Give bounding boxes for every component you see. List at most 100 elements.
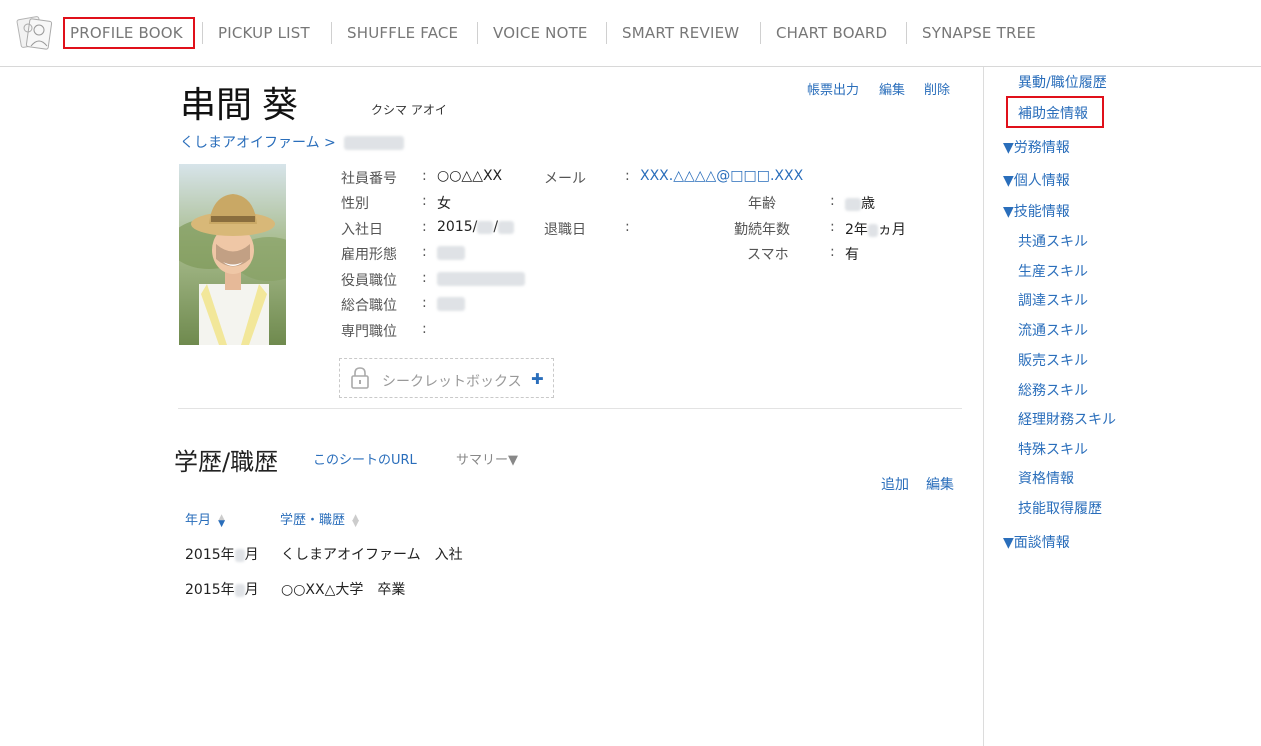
join-date-value: 2015// xyxy=(437,219,515,235)
age-blurred xyxy=(845,197,861,211)
history-section-title: 学歴/職歴 xyxy=(174,448,279,476)
employee-photo xyxy=(179,164,286,345)
history-date: 2015年月 xyxy=(185,579,259,599)
sidebar-item-labor[interactable]: ▼労務情報 xyxy=(1003,137,1070,157)
colon: : xyxy=(422,193,427,209)
colon: : xyxy=(422,219,427,235)
nav-smart-review[interactable]: SMART REVIEW xyxy=(622,24,739,42)
history-year: 2015年 xyxy=(185,547,235,563)
sidebar-item-personal[interactable]: ▼個人情報 xyxy=(1003,170,1070,190)
sort-icon: ▲ ▼ xyxy=(352,512,360,529)
join-date-label: 入社日 xyxy=(341,222,383,238)
edit-link[interactable]: 編集 xyxy=(879,79,905,98)
history-description: ○○XX△大学 卒業 xyxy=(281,582,406,598)
history-month-suffix: 月 xyxy=(244,547,259,563)
add-history-link[interactable]: 追加 xyxy=(881,474,909,494)
tenure-years: 2年 xyxy=(845,222,868,238)
sidebar-item-common-skill[interactable]: 共通スキル xyxy=(1018,231,1088,251)
nav-divider xyxy=(606,22,607,44)
colon: : xyxy=(422,168,427,184)
column-header-history[interactable]: 学歴・職歴 ▲ ▼ xyxy=(280,509,359,528)
sidebar-item-distribution-skill[interactable]: 流通スキル xyxy=(1018,320,1088,340)
mail-link[interactable]: XXX.△△△△@□□□.XXX xyxy=(640,168,803,184)
employee-name-kana: クシマ アオイ xyxy=(371,103,447,117)
sidebar-item-interview[interactable]: ▼面談情報 xyxy=(1003,532,1070,552)
age-value: 歳 xyxy=(845,193,875,213)
nav-voice-note[interactable]: VOICE NOTE xyxy=(493,24,588,42)
history-month-blurred xyxy=(234,548,245,562)
tenure-value: 2年 ヵ月 xyxy=(845,219,906,239)
colon: : xyxy=(625,219,630,235)
specialist-position-label: 専門職位 xyxy=(341,324,397,340)
tenure-months-blurred xyxy=(867,223,878,237)
employment-type-blurred xyxy=(437,246,465,260)
nav-pickup-list[interactable]: PICKUP LIST xyxy=(218,24,310,42)
breadcrumb-blurred-department[interactable] xyxy=(344,136,405,150)
sheet-url-link[interactable]: このシートのURL xyxy=(313,449,417,468)
sidebar-item-qualifications[interactable]: 資格情報 xyxy=(1018,468,1074,488)
colon: : xyxy=(830,193,835,209)
join-month-blurred xyxy=(477,220,494,234)
nav-chart-board[interactable]: CHART BOARD xyxy=(776,24,887,42)
sidebar-item-special-skill[interactable]: 特殊スキル xyxy=(1018,439,1088,459)
age-suffix: 歳 xyxy=(861,196,875,212)
top-navigation-bar: PROFILE BOOK PICKUP LIST SHUFFLE FACE VO… xyxy=(0,0,1261,67)
age-label: 年齢 xyxy=(748,196,776,212)
sidebar-item-skill-acquisition-history[interactable]: 技能取得履歴 xyxy=(1018,498,1102,518)
plus-icon: ✚ xyxy=(531,370,544,388)
profile-book-logo-icon[interactable] xyxy=(16,12,54,52)
secret-box-button[interactable]: シークレットボックス ✚ xyxy=(339,358,554,398)
nav-divider xyxy=(331,22,332,44)
history-date: 2015年月 xyxy=(185,544,259,564)
right-sidebar xyxy=(983,67,1261,746)
column-header-date[interactable]: 年月 ▲ ▼ xyxy=(185,509,225,528)
nav-shuffle-face[interactable]: SHUFFLE FACE xyxy=(347,24,458,42)
section-divider xyxy=(178,408,962,409)
sidebar-item-subsidy[interactable]: 補助金情報 xyxy=(1018,103,1088,123)
sort-desc-icon: ▲ ▼ xyxy=(218,512,226,529)
history-description: くしまアオイファーム 入社 xyxy=(281,547,463,563)
sidebar-item-transfer-history[interactable]: 異動/職位履歴 xyxy=(1018,72,1107,92)
gender-label: 性別 xyxy=(341,196,369,212)
colon: : xyxy=(830,219,835,235)
sidebar-item-sales-skill[interactable]: 販売スキル xyxy=(1018,350,1088,370)
nav-divider xyxy=(906,22,907,44)
lock-icon xyxy=(350,366,370,394)
edit-history-link[interactable]: 編集 xyxy=(926,474,954,494)
nav-synapse-tree[interactable]: SYNAPSE TREE xyxy=(922,24,1036,42)
highlight-box-profile-book xyxy=(63,17,195,49)
officer-position-label: 役員職位 xyxy=(341,273,397,289)
sidebar-item-skills[interactable]: ▼技能情報 xyxy=(1003,201,1070,221)
sidebar-item-production-skill[interactable]: 生産スキル xyxy=(1018,261,1088,281)
sidebar-item-general-affairs-skill[interactable]: 総務スキル xyxy=(1018,380,1088,400)
column-header-date-label: 年月 xyxy=(185,513,212,528)
colon: : xyxy=(830,244,835,260)
colon: : xyxy=(422,321,427,337)
nav-divider xyxy=(477,22,478,44)
delete-link[interactable]: 削除 xyxy=(924,79,950,98)
mail-label: メール xyxy=(544,171,586,187)
history-month-suffix: 月 xyxy=(244,582,259,598)
general-position-blurred xyxy=(437,297,465,311)
colon: : xyxy=(422,244,427,260)
tenure-label: 勤続年数 xyxy=(734,222,790,238)
join-year: 2015/ xyxy=(437,219,478,235)
nav-divider xyxy=(760,22,761,44)
history-month-blurred xyxy=(234,583,245,597)
colon: : xyxy=(422,270,427,286)
general-position-label: 総合職位 xyxy=(341,298,397,314)
sidebar-item-accounting-skill[interactable]: 経理財務スキル xyxy=(1018,409,1116,429)
tenure-months-suffix: ヵ月 xyxy=(877,222,906,238)
employee-number-label: 社員番号 xyxy=(341,171,397,187)
join-day-blurred xyxy=(498,220,515,234)
retire-date-label: 退職日 xyxy=(544,222,586,238)
breadcrumb: くしまアオイファーム > xyxy=(180,132,405,152)
smartphone-value: 有 xyxy=(845,247,859,263)
export-form-link[interactable]: 帳票出力 xyxy=(807,79,859,98)
gender-value: 女 xyxy=(437,196,451,212)
sidebar-item-procurement-skill[interactable]: 調達スキル xyxy=(1018,290,1088,310)
breadcrumb-company-link[interactable]: くしまアオイファーム > xyxy=(180,135,336,151)
summary-dropdown[interactable]: サマリー▼ xyxy=(456,449,518,468)
employee-name: 串間 葵 xyxy=(180,84,299,125)
colon: : xyxy=(625,168,630,184)
